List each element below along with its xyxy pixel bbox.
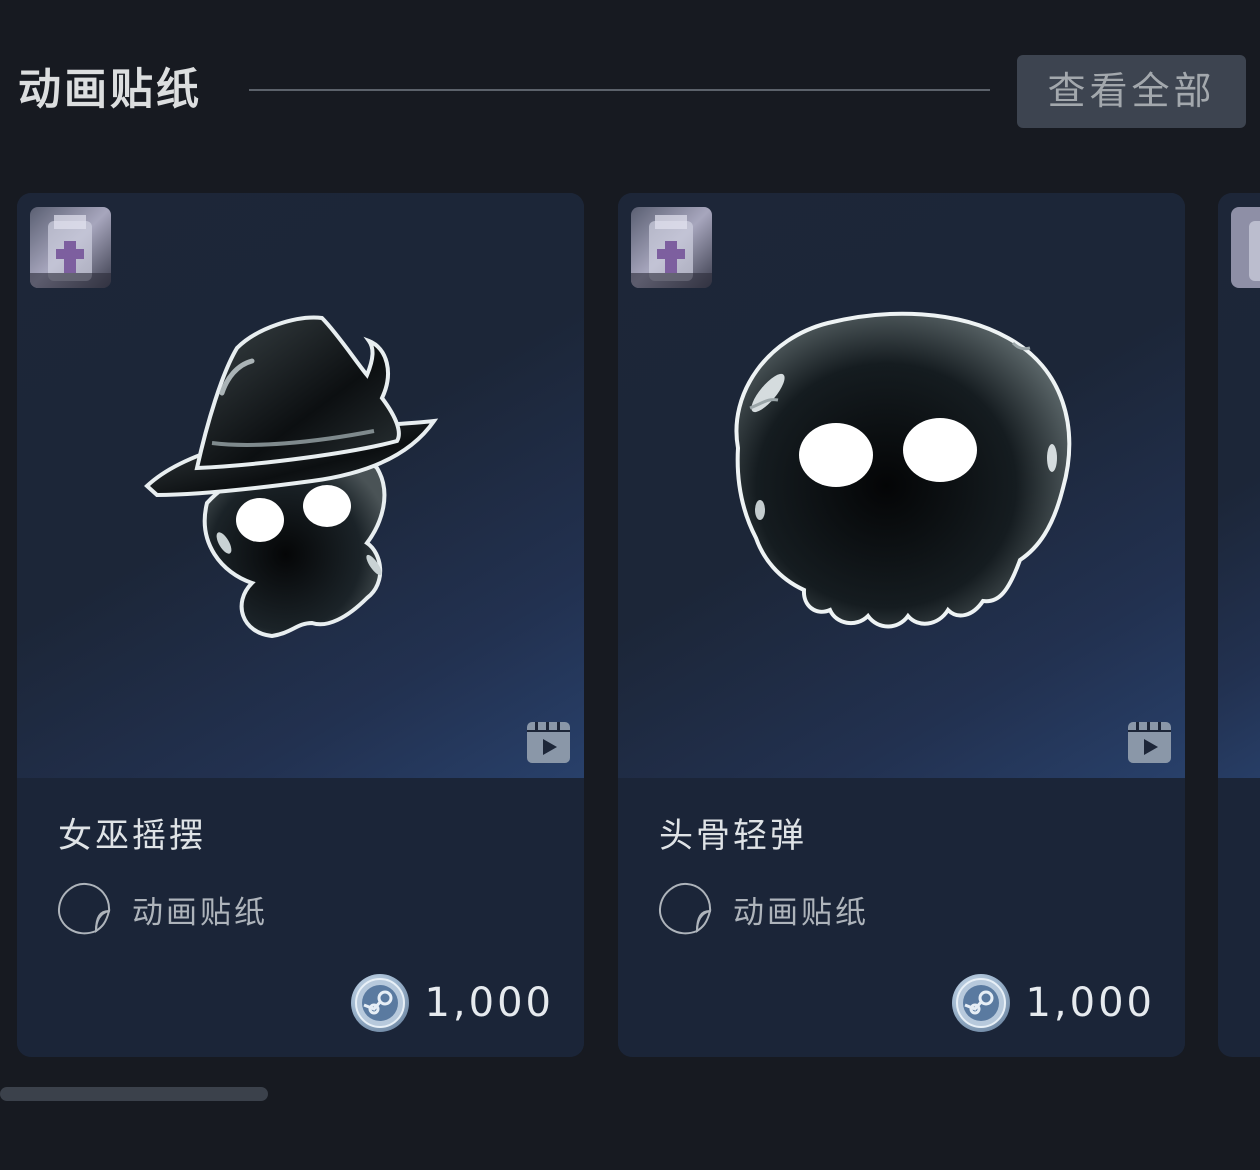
animated-video-icon (1128, 722, 1171, 763)
app-thumbnail (1231, 207, 1260, 288)
item-type-label: 动画贴纸 (132, 894, 268, 931)
sticker-card-next[interactable] (1218, 193, 1260, 1057)
animated-video-icon (527, 722, 570, 763)
view-all-button[interactable]: 查看全部 (1017, 55, 1246, 128)
card-title: 女巫摇摆 (58, 816, 206, 856)
card-body: 头骨轻弹 动画贴纸 1,000 (618, 778, 1185, 1057)
card-media (17, 193, 584, 778)
horizontal-scrollbar[interactable] (0, 1087, 1260, 1101)
scrollbar-thumb[interactable] (0, 1087, 268, 1101)
header-divider (249, 89, 990, 91)
price: 1,000 (951, 973, 1155, 1033)
witch-ghost-sticker-icon (144, 315, 439, 639)
steam-points-icon (351, 974, 410, 1032)
sticker-peel-icon (57, 882, 111, 935)
app-thumbnail (30, 207, 111, 288)
card-media (618, 193, 1185, 778)
item-type-label: 动画贴纸 (733, 894, 869, 931)
item-type: 动画贴纸 (657, 880, 869, 938)
app-thumbnail (631, 207, 712, 288)
sticker-card-witch[interactable]: 女巫摇摆 动画贴纸 1,000 (17, 193, 584, 1057)
skull-sticker-icon (734, 311, 1072, 629)
points-shop-page: 动画贴纸 查看全部 女巫摇摆 动画贴纸 1,000 头骨轻弹 动画贴纸 1,00… (0, 0, 1260, 1170)
price-value: 1,000 (1025, 980, 1155, 1026)
card-title: 头骨轻弹 (659, 816, 807, 856)
section-title: 动画贴纸 (18, 65, 202, 115)
sticker-peel-icon (658, 882, 712, 935)
price-value: 1,000 (424, 980, 554, 1026)
price: 1,000 (350, 973, 554, 1033)
item-type: 动画贴纸 (56, 880, 268, 938)
sticker-card-skull[interactable]: 头骨轻弹 动画贴纸 1,000 (618, 193, 1185, 1057)
card-media (1218, 193, 1260, 778)
steam-points-icon (952, 974, 1011, 1032)
card-body: 女巫摇摆 动画贴纸 1,000 (17, 778, 584, 1057)
